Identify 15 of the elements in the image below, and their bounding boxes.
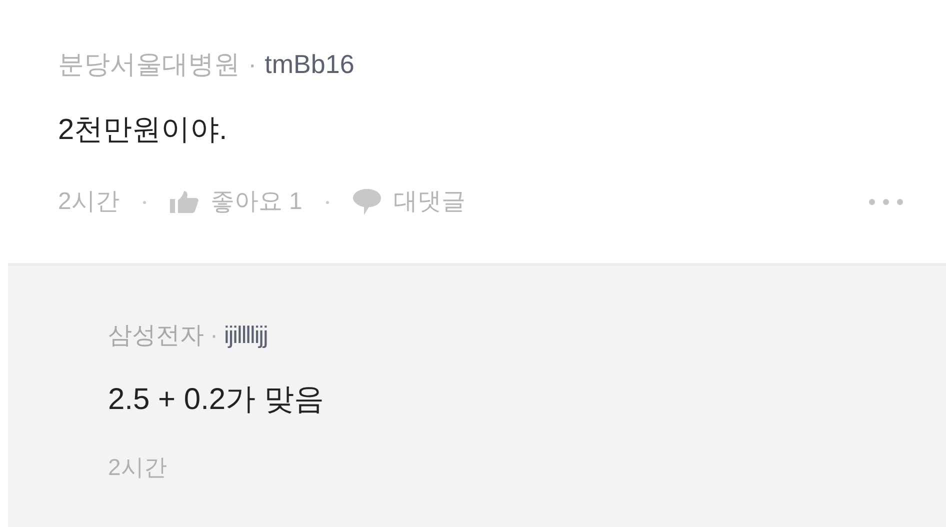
reply-button[interactable]: 대댓글	[353, 184, 466, 220]
speech-bubble-icon	[353, 189, 382, 215]
username: ijillllijj	[224, 321, 268, 351]
like-button[interactable]: 좋아요 1	[170, 184, 302, 220]
timestamp: 2시간	[58, 187, 120, 217]
reply-text: 2.5 + 0.2가 맞음	[108, 382, 325, 418]
comment-text: 2천만원이야.	[58, 113, 228, 148]
author-name: 분당서울대병원	[58, 48, 240, 81]
username: tmBb16	[264, 48, 354, 81]
thumbs-up-icon	[170, 191, 200, 213]
timestamp: 2시간	[108, 453, 167, 482]
more-options-icon[interactable]	[869, 199, 903, 205]
separator: ·	[248, 48, 257, 81]
author-name: 삼성전자	[108, 321, 204, 351]
separator: ·	[210, 321, 218, 351]
